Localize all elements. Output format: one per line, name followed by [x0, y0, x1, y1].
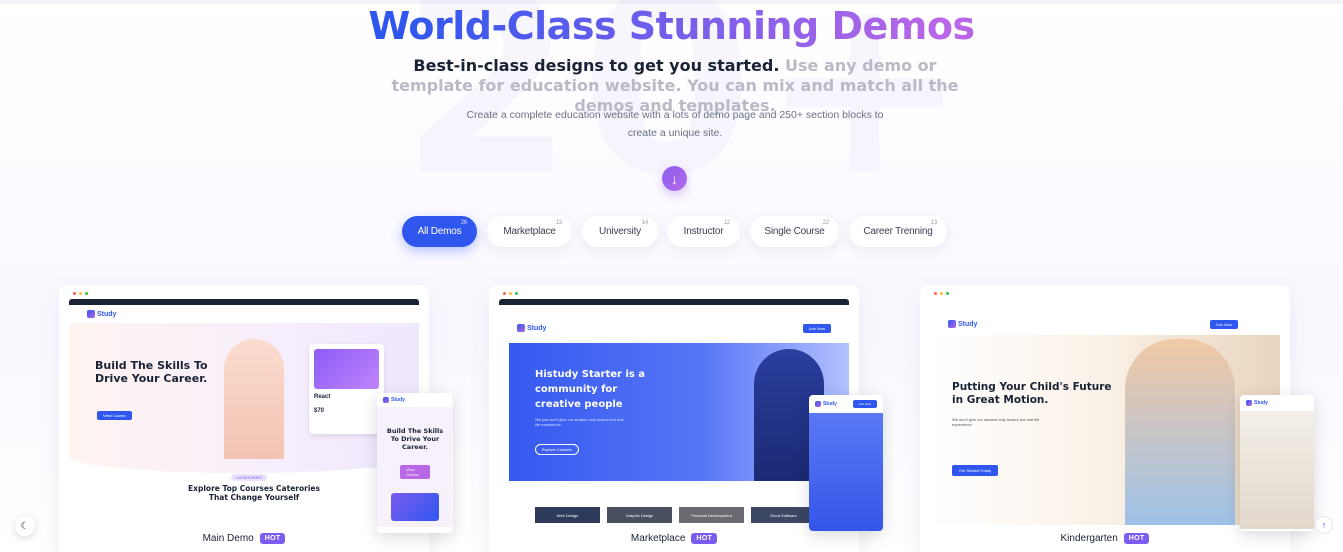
filter-instructor[interactable]: Instructor 12	[667, 216, 740, 247]
preview-course-card: React $70	[309, 344, 384, 434]
demo-mobile-preview-kindergarten: Study	[1240, 395, 1314, 531]
scroll-down-button[interactable]: ↓	[662, 166, 687, 191]
demo-preview-marketplace: Study Join Now Histudy Starter is a comm…	[499, 299, 849, 525]
preview-person	[224, 339, 284, 459]
demo-card-main[interactable]: Study Build The Skills To Drive Your Car…	[59, 285, 453, 552]
section-title: World-Class Stunning Demos	[0, 4, 1343, 48]
filter-single-course[interactable]: Single Course 22	[750, 216, 839, 247]
preview-hero-title: Build The Skills To Drive Your Career.	[95, 359, 208, 385]
filter-count: 14	[641, 220, 648, 226]
filter-label: Instructor	[683, 226, 724, 237]
preview-hero-title: Histudy Starter is a community for creat…	[535, 369, 646, 410]
demo-preview-main: Study Build The Skills To Drive Your Car…	[69, 299, 419, 525]
filter-label: Single Course	[764, 226, 825, 237]
demo-card-marketplace[interactable]: Study Join Now Histudy Starter is a comm…	[489, 285, 883, 552]
preview-join-button: Join Now	[802, 323, 831, 333]
filter-marketplace[interactable]: Marketplace 13	[487, 216, 572, 247]
preview-cta: Explore Courses	[535, 444, 579, 455]
arrow-down-icon: ↓	[671, 170, 678, 187]
filter-count: 12	[723, 220, 730, 226]
demo-card-label: Kindergarten HOT	[920, 533, 1290, 544]
back-to-top-button[interactable]: ↑	[1315, 516, 1333, 534]
window-dots	[934, 292, 949, 295]
arrow-up-icon: ↑	[1321, 520, 1327, 530]
demo-mobile-preview-marketplace: Study Join Now	[809, 395, 883, 531]
filter-label: All Demos	[417, 226, 462, 237]
demo-card-label: Main Demo HOT	[59, 533, 429, 544]
filter-count: 13	[930, 220, 937, 226]
demo-preview-kindergarten: Study Join Now Putting Your Child's Futu…	[930, 299, 1280, 525]
filter-career-trenning[interactable]: Career Trenning 13	[849, 216, 947, 247]
preview-logo: Study	[948, 320, 977, 328]
preview-hero-title: Putting Your Child's Future in Great Mot…	[952, 381, 1112, 406]
filter-label: Marketplace	[503, 226, 556, 237]
preview-topbar	[499, 299, 849, 305]
preview-nav: Study Join Now	[499, 321, 849, 335]
preview-section-title: Explore Top Courses Caterories That Chan…	[188, 484, 320, 502]
preview-cta: Get Started Today	[952, 465, 999, 476]
demo-mobile-preview-main: Study Build The Skills To Drive Your Car…	[377, 393, 453, 533]
preview-hero-sub: We just don't give our student only lect…	[535, 417, 624, 427]
window-dots	[73, 292, 88, 295]
preview-logo: Study	[517, 324, 546, 332]
filter-label: University	[599, 226, 641, 237]
filter-count: 26	[460, 220, 467, 226]
moon-icon: ☾	[20, 520, 30, 532]
window-dots	[503, 292, 518, 295]
demo-name: Main Demo	[202, 533, 254, 544]
demo-card-label: Marketplace HOT	[489, 533, 859, 544]
hot-badge: HOT	[1123, 533, 1150, 544]
preview-hero-sub: We don't give our student only lecture b…	[952, 417, 1040, 427]
filter-label: Career Trenning	[863, 226, 933, 237]
subtitle-dark: Best-in-class designs to get you started…	[413, 56, 780, 75]
preview-logo: Study	[87, 310, 116, 318]
preview-categories: Web Design Graphic Design Personal Devel…	[535, 507, 816, 523]
preview-topbar	[69, 299, 419, 305]
preview-section-tag: CATEGORIES	[231, 474, 267, 481]
filter-all-demos[interactable]: All Demos 26	[402, 216, 477, 247]
preview-child	[1125, 339, 1235, 525]
hot-badge: HOT	[259, 533, 286, 544]
demo-card-kindergarten[interactable]: Study Join Now Putting Your Child's Futu…	[920, 285, 1314, 552]
theme-toggle-button[interactable]: ☾	[15, 516, 35, 536]
filter-university[interactable]: University 14	[582, 216, 658, 247]
preview-nav: Study	[69, 307, 419, 321]
hot-badge: HOT	[691, 533, 718, 544]
section-description: Create a complete education website with…	[466, 109, 884, 139]
preview-cta: View Course	[97, 411, 132, 420]
filter-count: 13	[555, 220, 562, 226]
demo-name: Kindergarten	[1060, 533, 1118, 544]
filter-count: 22	[822, 220, 829, 226]
preview-nav: Study Join Now	[930, 317, 1280, 331]
demo-name: Marketplace	[630, 533, 686, 544]
preview-join-button: Join Now	[1209, 319, 1238, 329]
